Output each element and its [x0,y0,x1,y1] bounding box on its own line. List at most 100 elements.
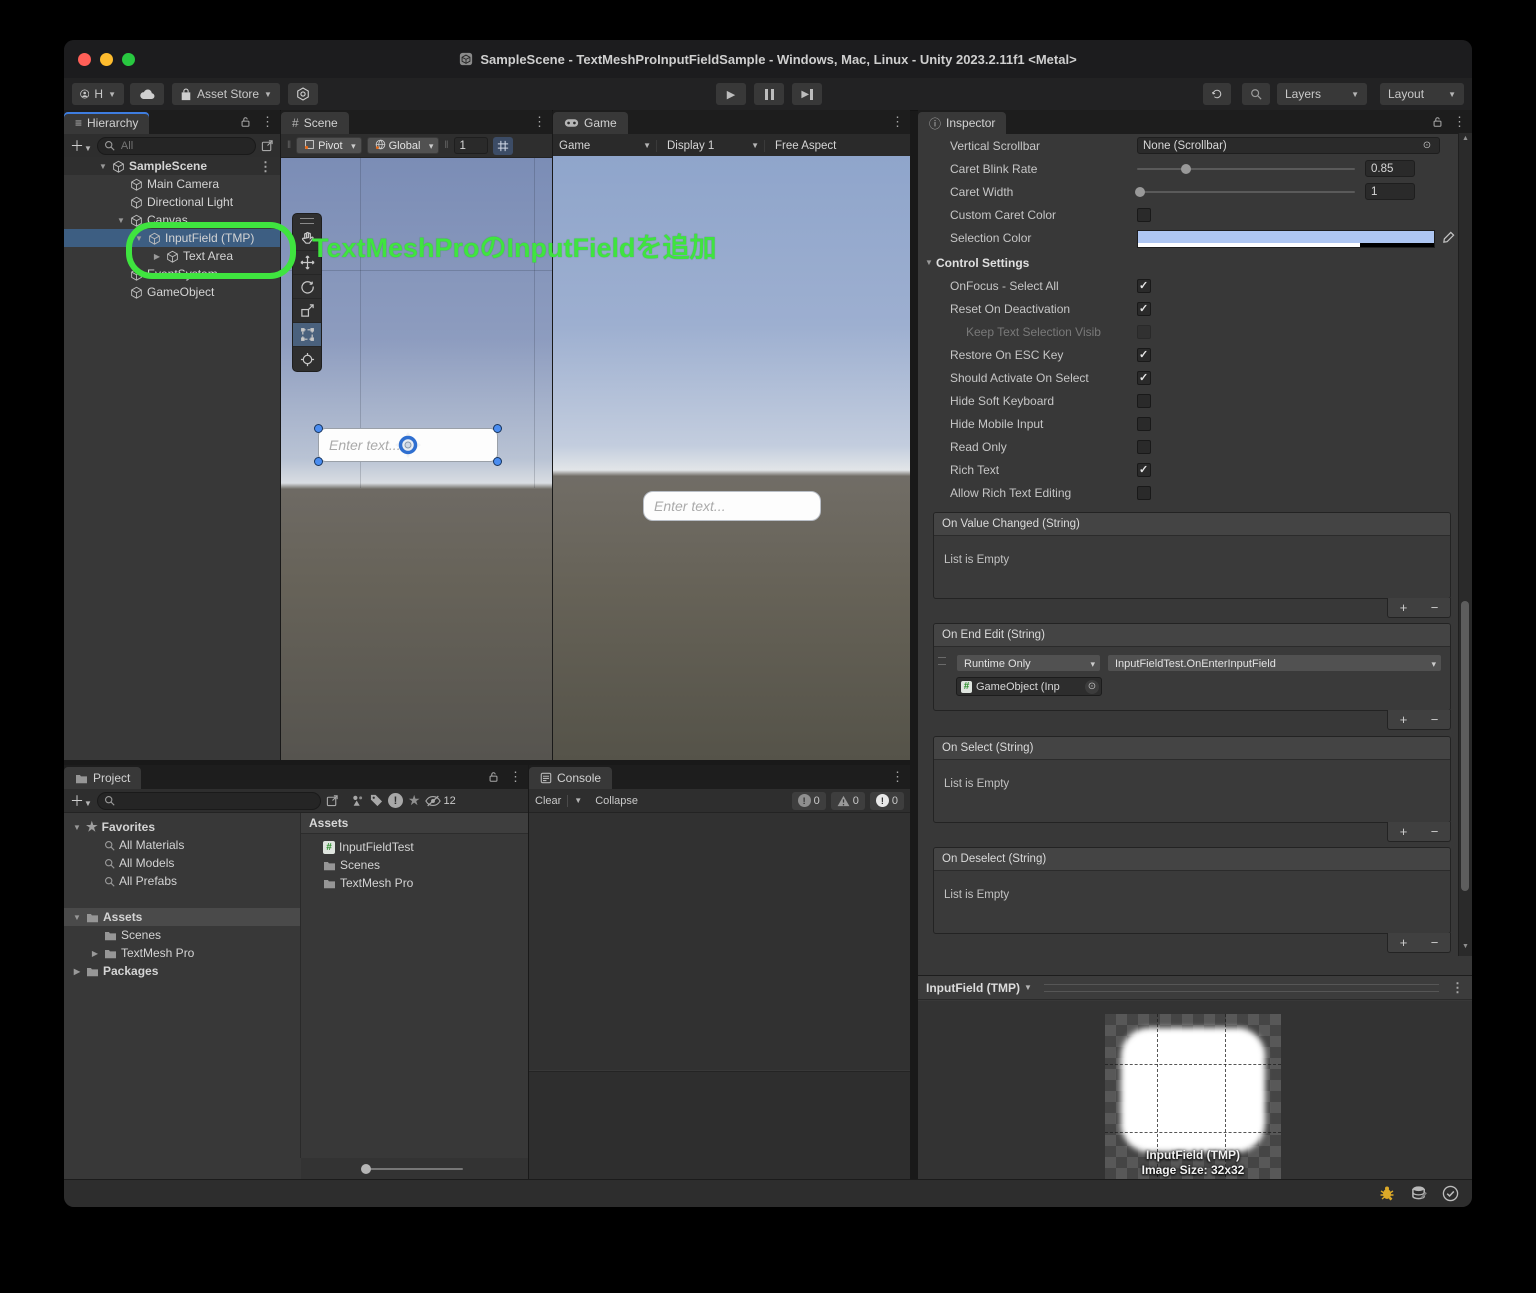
console-log-area[interactable] [529,813,910,1070]
project-pane-breadcrumb[interactable]: Assets [301,813,528,834]
asset-zoom-slider[interactable] [363,1168,463,1170]
zoom-slider-thumb[interactable] [361,1164,371,1174]
slider-thumb[interactable] [1135,187,1145,197]
scrollbar-thumb[interactable] [1461,601,1469,891]
hierarchy-search-input[interactable] [119,139,249,153]
foldout-icon[interactable]: ▼ [134,234,144,243]
remove-event-button[interactable]: − [1431,824,1439,839]
unity-version-button[interactable] [288,83,318,105]
tab-scene[interactable]: # Scene [281,112,349,134]
warning-filter-button[interactable]: 0 [831,792,865,810]
hand-tool-button[interactable] [293,227,321,251]
hierarchy-item-inputfield-tmp[interactable]: ▼ InputField (TMP) [64,229,280,247]
scene-menu-icon[interactable]: ⋮ [259,160,272,173]
keep-text-selection-checkbox[interactable] [1137,325,1151,339]
inspector-scrollbar[interactable]: ▲ ▼ [1458,133,1472,956]
add-event-button[interactable]: + [1400,712,1408,727]
remove-event-button[interactable]: − [1431,712,1439,727]
project-search-input[interactable] [119,794,314,808]
preview-header[interactable]: InputField (TMP) ▼ ⋮ [918,975,1472,1000]
hierarchy-item-canvas[interactable]: ▼ Canvas [64,211,280,229]
hierarchy-item-main-camera[interactable]: Main Camera [64,175,280,193]
project-textmeshpro-folder[interactable]: ▶ TextMesh Pro [64,944,300,962]
reorder-handle-icon[interactable] [938,657,946,665]
hierarchy-search[interactable] [97,137,256,155]
asset-textmeshpro[interactable]: TextMesh Pro [301,874,528,892]
tab-project[interactable]: Project [64,767,141,789]
inspector-menu-icon[interactable]: ⋮ [1453,115,1466,128]
scene-menu-icon[interactable]: ⋮ [533,115,546,128]
aspect-dropdown[interactable]: Free Aspect [764,140,836,152]
caret-blink-rate-slider[interactable] [1137,168,1355,170]
step-button[interactable]: ▶ [792,83,822,105]
scroll-down-arrow[interactable]: ▼ [1459,941,1472,953]
rich-text-checkbox[interactable] [1137,463,1151,477]
caret-width-value[interactable]: 1 [1365,183,1415,200]
read-only-checkbox[interactable] [1137,440,1151,454]
cloud-button[interactable] [130,83,164,105]
favorites-filter-icon[interactable]: ★ [408,792,421,809]
project-all-prefabs[interactable]: All Prefabs [64,872,300,890]
onfocus-select-all-checkbox[interactable] [1137,279,1151,293]
hierarchy-item-directional-light[interactable]: Directional Light [64,193,280,211]
rect-handle[interactable] [314,457,323,466]
clear-button[interactable]: Clear▼ [535,795,582,807]
control-settings-header[interactable]: Control Settings [936,256,1029,270]
error-filter-button[interactable]: ! 0 [870,792,904,810]
add-event-button[interactable]: + [1400,824,1408,839]
game-viewport[interactable]: Enter text... [553,156,910,760]
hierarchy-item-eventsystem[interactable]: EventSystem [64,265,280,283]
game-view-dropdown[interactable]: Game▼ [559,140,651,152]
open-window-icon[interactable] [326,794,339,807]
preview-menu-icon[interactable]: ⋮ [1451,981,1464,994]
progress-status-button[interactable] [1442,1185,1459,1207]
rect-tool-button[interactable] [293,323,321,347]
transform-tool-button[interactable] [293,347,321,371]
foldout-icon[interactable]: ▼ [116,216,126,225]
project-all-materials[interactable]: All Materials [64,836,300,854]
search-everything-button[interactable] [1242,83,1270,105]
hierarchy-item-text-area[interactable]: ▶ Text Area [64,247,280,265]
create-object-button[interactable]: ＋▼ [70,136,92,156]
grid-size-field[interactable]: 1 [454,137,488,154]
selection-color-swatch[interactable] [1137,230,1435,246]
project-all-models[interactable]: All Models [64,854,300,872]
hierarchy-item-scene[interactable]: ▼ SampleScene ⋮ [64,157,280,175]
grid-snap-button[interactable] [493,137,513,155]
pivot-dropdown[interactable]: Pivot [296,137,361,154]
restore-on-esc-checkbox[interactable] [1137,348,1151,362]
caret-blink-rate-value[interactable]: 0.85 [1365,160,1415,177]
palette-drag-handle[interactable] [293,214,321,227]
event-function-dropdown[interactable]: InputFieldTest.OnEnterInputField [1107,654,1442,672]
lock-icon[interactable] [488,771,499,783]
rect-handle[interactable] [493,457,502,466]
info-filter-button[interactable]: ! 0 [792,792,826,810]
asset-store-button[interactable]: Asset Store▼ [172,83,280,105]
foldout-icon[interactable]: ▼ [72,913,82,922]
project-packages-root[interactable]: ▶ Packages [64,962,300,980]
play-button[interactable]: ▶ [716,83,746,105]
object-picker-icon[interactable]: ⊙ [1085,680,1099,694]
pause-button[interactable] [754,83,784,105]
undo-history-button[interactable] [1203,83,1231,105]
foldout-icon[interactable]: ▶ [152,252,162,261]
vertical-scrollbar-field[interactable]: None (Scrollbar)⊙ [1137,137,1440,154]
display-dropdown[interactable]: Display 1▼ [656,140,759,152]
tab-inspector[interactable]: ⓘ Inspector [918,112,1006,134]
game-menu-icon[interactable]: ⋮ [891,115,904,128]
open-window-icon[interactable] [261,139,274,152]
hierarchy-menu-icon[interactable]: ⋮ [261,115,274,128]
add-event-button[interactable]: + [1400,600,1408,615]
hidden-packages-toggle[interactable]: 12 [425,795,455,807]
custom-caret-color-checkbox[interactable] [1137,208,1151,222]
pivot-gizmo[interactable] [391,428,425,462]
layout-dropdown[interactable]: Layout▼ [1380,83,1464,105]
scale-tool-button[interactable] [293,299,321,323]
asset-pipeline-button[interactable] [1411,1185,1428,1206]
asset-inputfieldtest[interactable]: # InputFieldTest [301,838,528,856]
move-tool-button[interactable] [293,251,321,275]
collapse-button[interactable]: Collapse [595,795,638,807]
event-mode-dropdown[interactable]: Runtime Only [956,654,1101,672]
event-target-object-field[interactable]: # GameObject (Inp ⊙ [956,677,1102,696]
layers-dropdown[interactable]: Layers▼ [1277,83,1367,105]
